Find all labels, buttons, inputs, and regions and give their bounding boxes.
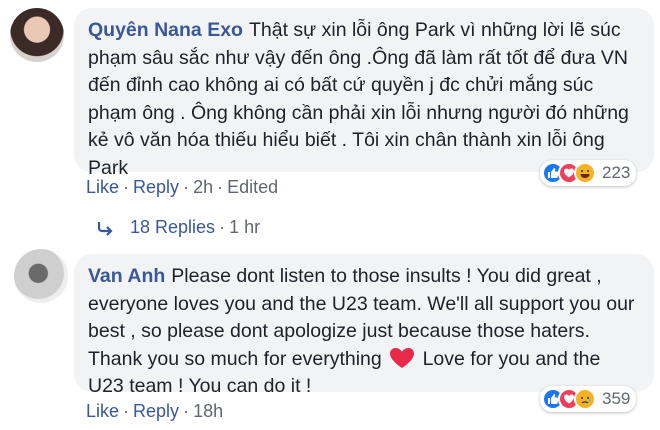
separator-dot: · bbox=[123, 401, 130, 421]
comment-time[interactable]: 2h bbox=[193, 177, 213, 197]
separator-dot: · bbox=[219, 217, 226, 237]
avatar[interactable] bbox=[14, 249, 68, 303]
comment-actions: Like · Reply · 2h · Edited bbox=[86, 177, 278, 198]
comment-time[interactable]: 18h bbox=[193, 401, 223, 421]
comment-bubble: Quyên Nana Exo Thật sự xin lỗi ông Park v… bbox=[74, 8, 654, 179]
view-replies[interactable]: 18 Replies · 1 hr bbox=[96, 217, 260, 238]
haha-icon bbox=[574, 162, 596, 184]
comment-author[interactable]: Quyên Nana Exo bbox=[88, 19, 243, 41]
reactions-summary[interactable]: 359 bbox=[540, 386, 637, 412]
replies-count-link[interactable]: 18 Replies bbox=[130, 217, 215, 238]
comment-author[interactable]: Van Anh bbox=[88, 265, 165, 287]
separator-dot: · bbox=[183, 401, 190, 421]
like-link[interactable]: Like bbox=[86, 401, 119, 421]
heart-emoji-icon bbox=[390, 347, 415, 368]
comment-actions: Like · Reply · 18h bbox=[86, 401, 223, 422]
separator-dot: · bbox=[217, 177, 224, 197]
separator-dot: · bbox=[183, 177, 190, 197]
avatar[interactable] bbox=[10, 8, 64, 62]
reaction-count: 223 bbox=[602, 163, 631, 182]
edited-label[interactable]: Edited bbox=[227, 177, 278, 197]
like-link[interactable]: Like bbox=[86, 177, 119, 197]
replies-time: 1 hr bbox=[229, 217, 261, 237]
reaction-count: 359 bbox=[602, 389, 631, 408]
reply-arrow-icon bbox=[97, 221, 113, 236]
reply-link[interactable]: Reply bbox=[133, 401, 179, 421]
separator-dot: · bbox=[123, 177, 130, 197]
comment-bubble: Van Anh Please dont listen to those insul… bbox=[74, 254, 654, 397]
reactions-summary[interactable]: 223 bbox=[540, 160, 637, 186]
sad-icon bbox=[574, 388, 596, 410]
reply-link[interactable]: Reply bbox=[133, 177, 179, 197]
comment-text: Thật sự xin lỗi ông Park vì những lời lẽ… bbox=[88, 19, 629, 179]
